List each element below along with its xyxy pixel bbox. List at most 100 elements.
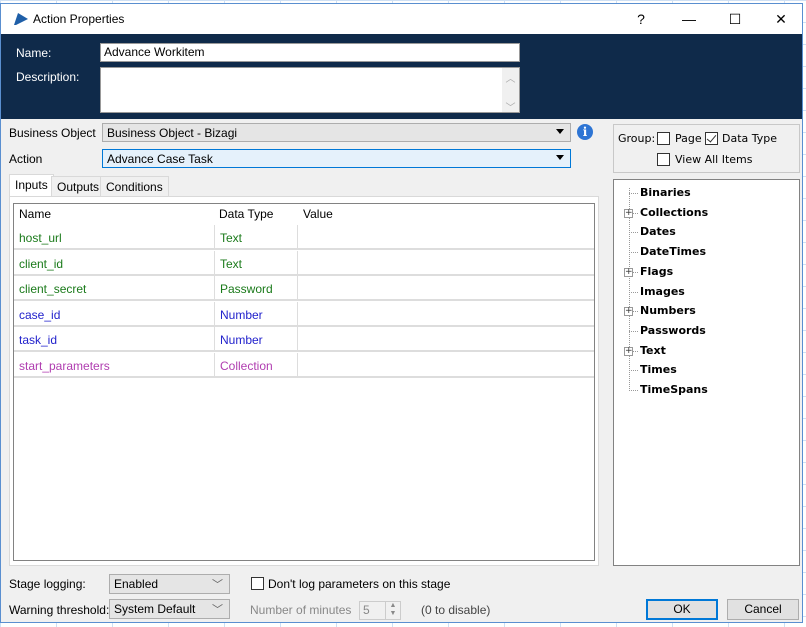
cell-data-type: Collection: [214, 352, 298, 376]
tab-outputs[interactable]: Outputs: [51, 176, 106, 196]
cell-name: case_id: [19, 307, 61, 322]
warning-threshold-value: System Default: [114, 602, 196, 616]
page-checkbox[interactable]: [657, 132, 670, 145]
tree-connector: [629, 330, 638, 332]
description-input[interactable]: ︿ ﹀: [100, 67, 520, 114]
data-type-checkbox[interactable]: [705, 132, 718, 145]
spinner-buttons[interactable]: ▲ ▼: [385, 602, 400, 619]
ok-button[interactable]: OK: [646, 599, 718, 620]
business-object-label: Business Object: [9, 126, 96, 140]
cell-value[interactable]: [298, 251, 588, 274]
close-button[interactable]: ✕: [758, 4, 804, 34]
action-properties-dialog: Action Properties ? — ☐ ✕ Name: Advance …: [0, 3, 803, 623]
chevron-down-icon: ﹀: [212, 604, 223, 616]
table-row[interactable]: task_id Number: [14, 327, 594, 352]
stage-logging-select[interactable]: Enabled ﹀: [109, 574, 230, 594]
expand-icon[interactable]: +: [624, 346, 633, 356]
dont-log-parameters-label: Don't log parameters on this stage: [268, 577, 451, 591]
tree-item[interactable]: DateTimes: [640, 245, 706, 258]
tree-item[interactable]: Text: [640, 344, 666, 357]
tree-item[interactable]: Binaries: [640, 186, 691, 199]
cell-data-type: Password: [214, 276, 298, 299]
disable-hint: (0 to disable): [421, 603, 491, 617]
cell-name: client_id: [19, 256, 64, 271]
table-row[interactable]: client_secret Password: [14, 276, 594, 301]
cell-name: host_url: [19, 231, 62, 245]
cell-name: start_parameters: [19, 358, 110, 373]
tree-item[interactable]: Flags: [640, 265, 673, 278]
minutes-value: 5: [363, 603, 370, 617]
help-button[interactable]: ?: [618, 4, 664, 34]
data-items-tree: Binaries + Collections Dates DateTimes + Flags…: [613, 179, 800, 566]
dropdown-arrow-icon: [556, 155, 564, 160]
table-row[interactable]: host_url Text: [14, 225, 594, 250]
tree-item[interactable]: Dates: [640, 225, 676, 238]
tree-item[interactable]: Collections: [640, 206, 708, 219]
maximize-button[interactable]: ☐: [712, 4, 758, 34]
warning-threshold-label: Warning threshold:: [9, 603, 110, 617]
group-label: Group:: [618, 132, 656, 145]
scroll-up-icon[interactable]: ︿: [502, 70, 519, 85]
table-row[interactable]: client_id Text: [14, 250, 594, 276]
info-icon[interactable]: i: [577, 124, 593, 140]
dont-log-parameters-checkbox[interactable]: [251, 577, 264, 590]
tree-connector: [629, 370, 638, 372]
stage-logging-value: Enabled: [114, 577, 159, 591]
column-header-data-type[interactable]: Data Type: [214, 204, 298, 225]
cell-value[interactable]: [298, 225, 588, 248]
tree-connector-line: [629, 188, 630, 391]
cell-data-type: Number: [214, 327, 298, 350]
description-scrollbar[interactable]: ︿ ﹀: [502, 68, 519, 114]
spin-down-icon[interactable]: ▼: [386, 610, 400, 618]
expand-icon[interactable]: +: [624, 267, 633, 277]
action-value: Advance Case Task: [107, 152, 213, 166]
cell-value[interactable]: [298, 276, 588, 299]
cell-data-type: Text: [214, 250, 298, 274]
page-label: Page: [675, 132, 702, 145]
tree-connector: [629, 390, 638, 391]
view-all-items-checkbox[interactable]: [657, 153, 670, 166]
group-options: Group: Page Data Type View All Items: [613, 124, 800, 173]
name-label: Name:: [16, 46, 52, 60]
view-all-items-label: View All Items: [675, 153, 753, 166]
column-header-name[interactable]: Name: [14, 204, 214, 225]
header-panel: Name: Advance Workitem Description: ︿ ﹀: [1, 34, 802, 119]
window-title: Action Properties: [33, 12, 125, 26]
inputs-grid: Name Data Type Value host_url Text client_…: [13, 203, 595, 561]
tree-item[interactable]: Numbers: [640, 304, 696, 317]
expand-icon[interactable]: +: [624, 208, 633, 218]
tree-item[interactable]: Passwords: [640, 324, 706, 337]
cell-value[interactable]: [298, 302, 588, 325]
tab-conditions[interactable]: Conditions: [100, 176, 169, 196]
grid-header: Name Data Type Value: [14, 204, 594, 225]
cell-data-type: Number: [214, 301, 298, 325]
expand-icon[interactable]: +: [624, 307, 633, 317]
minutes-spinner[interactable]: 5 ▲ ▼: [359, 601, 401, 620]
tree-item[interactable]: Times: [640, 363, 677, 376]
minimize-button[interactable]: —: [666, 4, 712, 34]
dropdown-arrow-icon: [556, 129, 564, 134]
column-header-value[interactable]: Value: [298, 204, 588, 225]
chevron-down-icon: ﹀: [212, 579, 223, 591]
scroll-down-icon[interactable]: ﹀: [502, 99, 519, 114]
cell-value[interactable]: [298, 327, 588, 350]
spin-up-icon[interactable]: ▲: [386, 602, 400, 610]
table-row[interactable]: start_parameters Collection: [14, 352, 594, 378]
warning-threshold-select[interactable]: System Default ﹀: [109, 599, 230, 619]
tab-inputs[interactable]: Inputs: [9, 174, 54, 197]
cell-data-type: Text: [214, 225, 298, 248]
cell-value[interactable]: [298, 353, 588, 376]
cancel-button[interactable]: Cancel: [727, 599, 799, 620]
table-row[interactable]: case_id Number: [14, 301, 594, 327]
tree-item[interactable]: TimeSpans: [640, 383, 708, 396]
tree-connector: [629, 291, 638, 293]
tree-item[interactable]: Images: [640, 285, 685, 298]
cell-name: client_secret: [19, 282, 87, 296]
business-object-select[interactable]: Business Object - Bizagi: [102, 123, 571, 142]
tree-connector: [629, 232, 638, 234]
name-input[interactable]: Advance Workitem: [100, 43, 520, 62]
inputs-panel: Name Data Type Value host_url Text client_…: [9, 196, 599, 566]
tree-connector: [629, 193, 638, 194]
action-select[interactable]: Advance Case Task: [102, 149, 571, 168]
app-icon: [14, 13, 28, 25]
